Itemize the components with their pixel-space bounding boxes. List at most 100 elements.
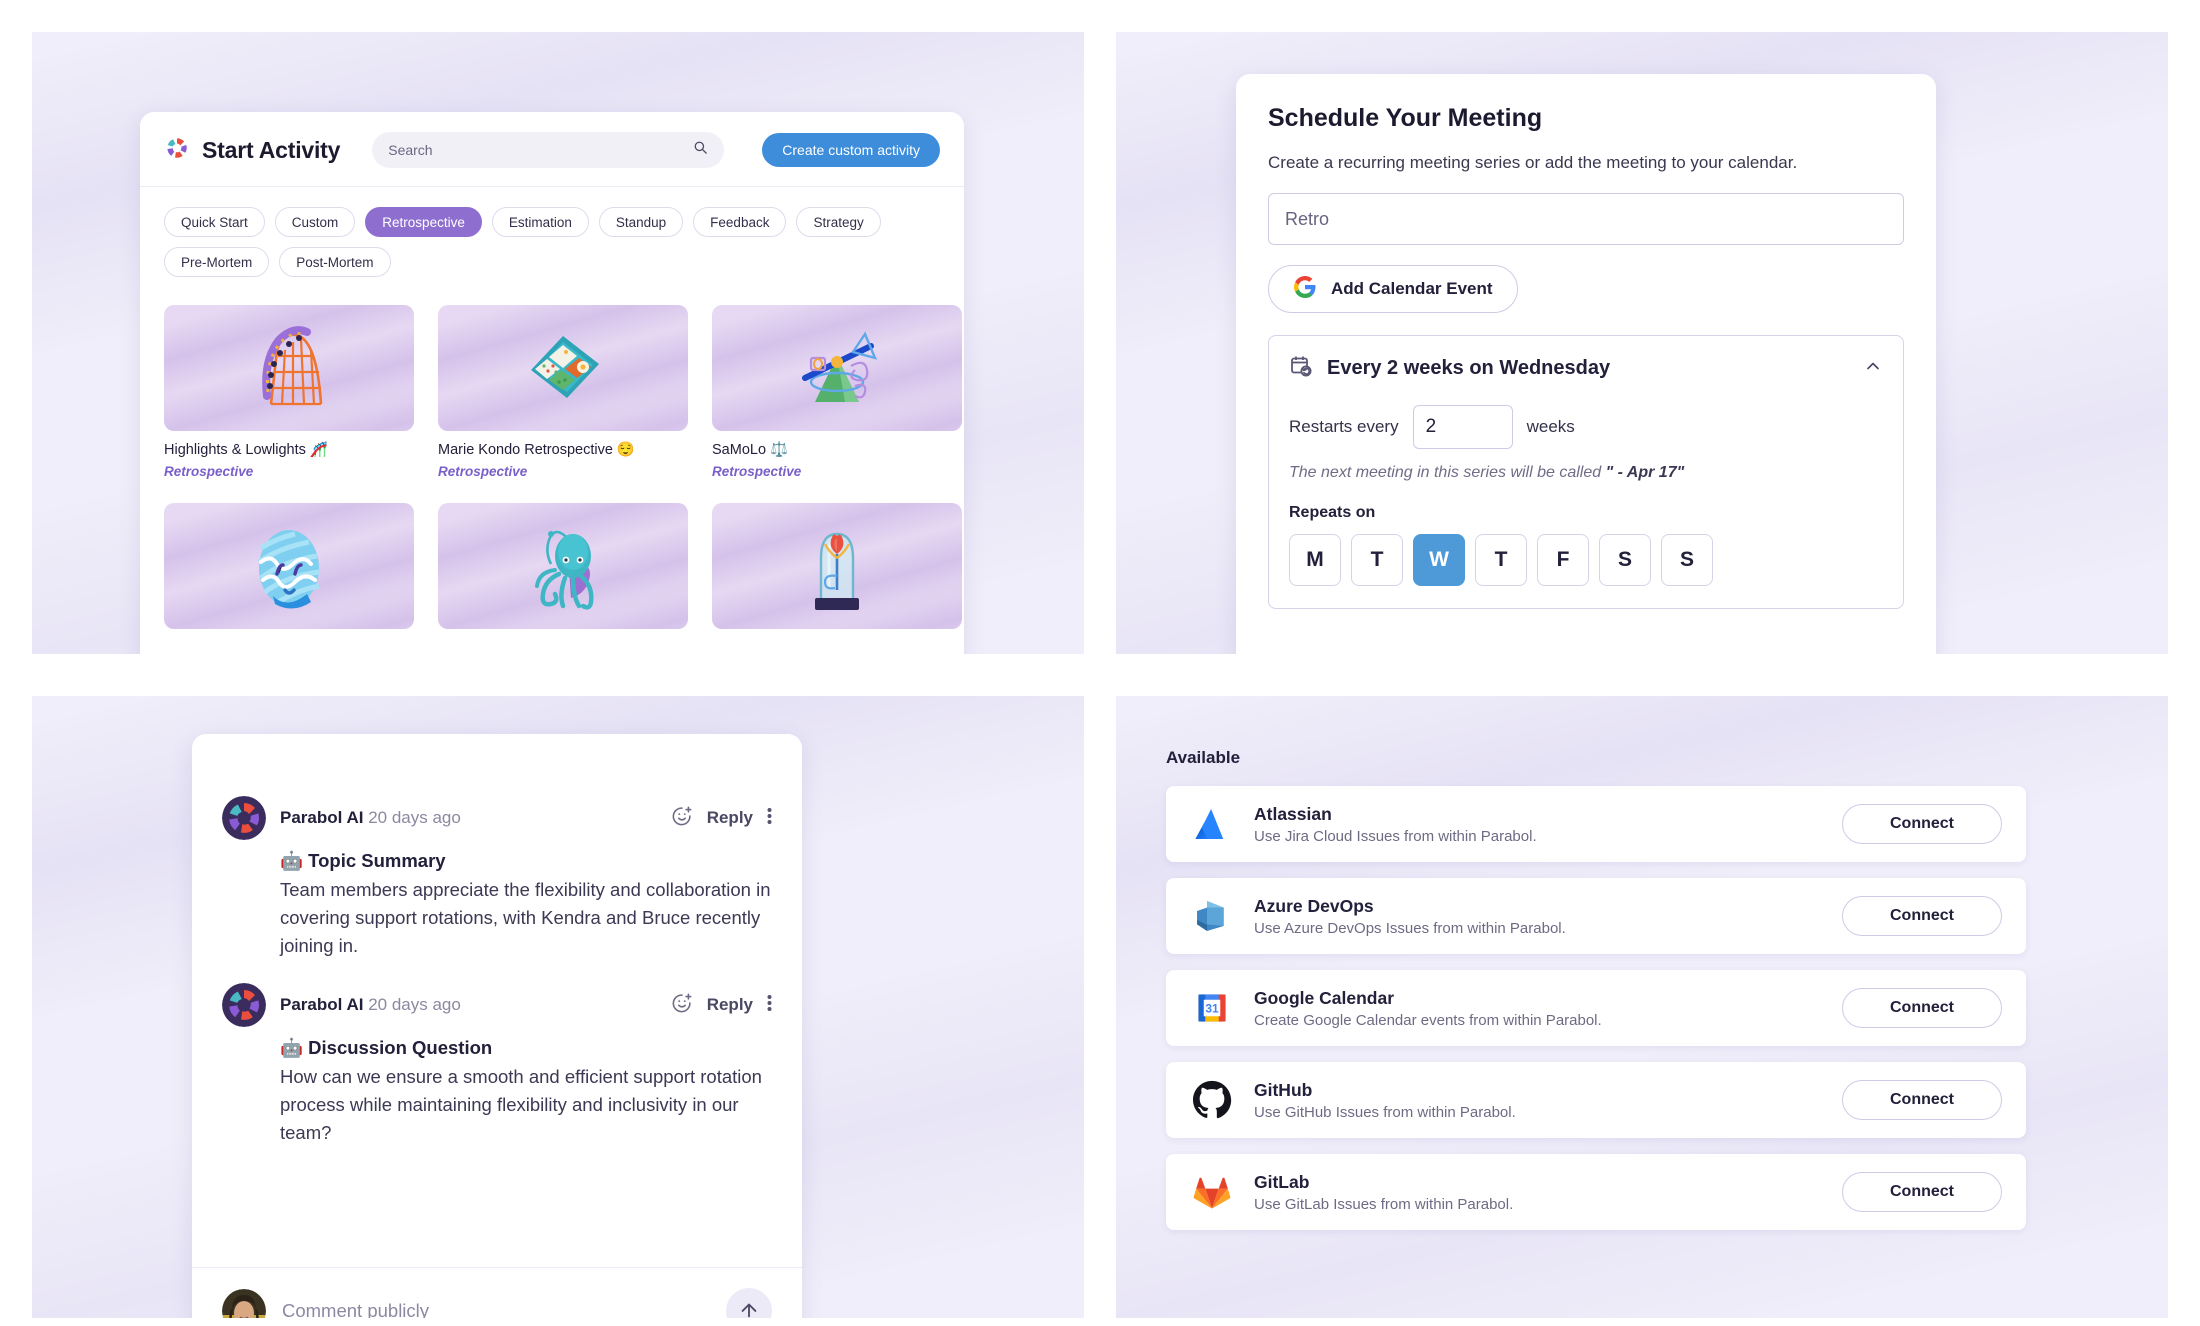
comment-timestamp: 20 days ago (368, 808, 461, 827)
integration-name: Google Calendar (1254, 987, 1395, 1008)
integration-text: Atlassian Use Jira Cloud Issues from wit… (1254, 804, 1537, 845)
comments-list: Parabol AI 20 days ago Reply 🤖 Topic Sum… (192, 734, 802, 1267)
activity-card[interactable] (438, 503, 688, 640)
gitlab-icon (1190, 1170, 1234, 1214)
restart-interval-input[interactable] (1412, 405, 1513, 449)
chip-feedback[interactable]: Feedback (693, 207, 787, 237)
rollercoaster-icon (262, 326, 323, 406)
chip-estimation[interactable]: Estimation (491, 207, 589, 237)
integration-text: Azure DevOps Use Azure DevOps Issues fro… (1254, 896, 1566, 937)
activity-card[interactable]: SaMoLo ⚖️ Retrospective (712, 305, 962, 479)
recurrence-header[interactable]: Every 2 weeks on Wednesday (1289, 354, 1883, 383)
integration-text: GitLab Use GitLab Issues from within Par… (1254, 1172, 1513, 1213)
comment-heading: 🤖 Discussion Question (280, 1037, 493, 1059)
octopus-icon (535, 531, 594, 610)
search-placeholder: Search (388, 142, 433, 158)
schedule-title: Schedule Your Meeting (1268, 104, 1543, 132)
add-reaction-icon[interactable] (671, 805, 693, 832)
start-activity-card: Start Activity Search Create custom acti… (140, 112, 964, 654)
send-arrow-icon (738, 1299, 760, 1319)
activity-thumbnail (438, 503, 688, 630)
create-custom-activity-button[interactable]: Create custom activity (762, 133, 940, 167)
chip-pre-mortem[interactable]: Pre-Mortem (164, 247, 270, 277)
comment-meta: Parabol AI 20 days ago (280, 995, 461, 1015)
day-button-saturday[interactable]: S (1599, 534, 1651, 586)
comment-body: 🤖 Topic Summary Team members appreciate … (280, 850, 772, 959)
connect-button[interactable]: Connect (1842, 1080, 2002, 1120)
google-calendar-icon: 31 (1190, 986, 1234, 1030)
schedule-meeting-card: Schedule Your Meeting Create a recurring… (1236, 74, 1936, 654)
day-button-monday[interactable]: M (1289, 534, 1341, 586)
panel-integrations: Available Atlassian Use Jira Cloud Issue… (1116, 696, 2168, 1318)
bento-box-icon (531, 336, 599, 398)
search-icon (693, 140, 708, 160)
integration-name: GitLab (1254, 1171, 1310, 1192)
activity-cards-grid: Highlights & Lowlights 🎢 Retrospective M… (140, 277, 964, 640)
activity-card-type: Retrospective (438, 464, 528, 480)
comment-input-placeholder[interactable]: Comment publicly (282, 1300, 710, 1318)
connect-button[interactable]: Connect (1842, 988, 2002, 1028)
chip-retrospective[interactable]: Retrospective (365, 207, 482, 237)
activity-card[interactable] (712, 503, 962, 640)
comment-author: Parabol AI (280, 808, 364, 827)
activity-card-title: Highlights & Lowlights 🎢 (164, 442, 328, 458)
day-button-friday[interactable]: F (1537, 534, 1589, 586)
integration-description: Create Google Calendar events from withi… (1254, 1011, 1602, 1029)
day-button-wednesday[interactable]: W (1413, 534, 1465, 586)
reply-button[interactable]: Reply (707, 995, 753, 1015)
integration-name: Atlassian (1254, 803, 1332, 824)
comment-meta: Parabol AI 20 days ago (280, 808, 461, 828)
connect-button[interactable]: Connect (1842, 896, 2002, 936)
comment-heading: 🤖 Topic Summary (280, 850, 446, 871)
pool-icon (257, 530, 320, 609)
activity-card-type: Retrospective (164, 464, 254, 480)
comment-text: How can we ensure a smooth and efficient… (280, 1066, 762, 1143)
chevron-up-icon[interactable] (1863, 356, 1883, 381)
chip-quick-start[interactable]: Quick Start (164, 207, 265, 237)
rose-cloche-icon (815, 533, 859, 611)
connect-button[interactable]: Connect (1842, 1172, 2002, 1212)
activity-card[interactable]: Highlights & Lowlights 🎢 Retrospective (164, 305, 414, 479)
connect-button[interactable]: Connect (1842, 804, 2002, 844)
integration-description: Use Jira Cloud Issues from within Parabo… (1254, 827, 1537, 845)
activity-card[interactable] (164, 503, 414, 640)
schedule-subtitle: Create a recurring meeting series or add… (1268, 153, 1798, 172)
azure-devops-icon (1190, 894, 1234, 938)
google-icon (1293, 275, 1317, 304)
activity-card[interactable]: Marie Kondo Retrospective 😌 Retrospectiv… (438, 305, 688, 479)
next-meeting-note-name: " - Apr 17" (1605, 464, 1685, 481)
activity-card-title: SaMoLo ⚖️ (712, 442, 789, 458)
more-options-icon[interactable] (767, 806, 772, 831)
comment-header: Parabol AI 20 days ago Reply (222, 983, 772, 1028)
more-options-icon[interactable] (767, 993, 772, 1018)
integrations-section-label: Available (1166, 748, 1241, 767)
reply-button[interactable]: Reply (707, 808, 753, 828)
integration-description: Use GitHub Issues from within Parabol. (1254, 1103, 1516, 1121)
integration-name: GitHub (1254, 1079, 1313, 1100)
meeting-name-input[interactable] (1268, 193, 1904, 245)
comment-actions: Reply (671, 992, 772, 1019)
activity-card-type: Retrospective (712, 464, 802, 480)
activity-thumbnail (712, 503, 962, 630)
chip-standup[interactable]: Standup (598, 207, 684, 237)
search-input[interactable]: Search (372, 132, 725, 168)
send-comment-button[interactable] (726, 1288, 772, 1318)
day-button-thursday[interactable]: T (1475, 534, 1527, 586)
activity-thumbnail (164, 503, 414, 630)
comment-composer: Comment publicly (192, 1267, 802, 1318)
panel-comments: Parabol AI 20 days ago Reply 🤖 Topic Sum… (32, 696, 1084, 1318)
day-button-sunday[interactable]: S (1661, 534, 1713, 586)
chip-post-mortem[interactable]: Post-Mortem (279, 247, 391, 277)
chip-custom[interactable]: Custom (274, 207, 356, 237)
activity-thumbnail (438, 305, 688, 431)
comment-timestamp: 20 days ago (368, 995, 461, 1015)
add-reaction-icon[interactable] (671, 992, 693, 1019)
integrations-section: Available Atlassian Use Jira Cloud Issue… (1166, 748, 2026, 1246)
add-calendar-event-button[interactable]: Add Calendar Event (1268, 265, 1518, 313)
activity-category-chips: Quick Start Custom Retrospective Estimat… (140, 187, 964, 277)
day-button-tuesday[interactable]: T (1351, 534, 1403, 586)
chip-strategy[interactable]: Strategy (796, 207, 881, 237)
integration-description: Use GitLab Issues from within Parabol. (1254, 1195, 1514, 1213)
activity-thumbnail (712, 305, 962, 431)
comment-item: Parabol AI 20 days ago (222, 796, 772, 959)
